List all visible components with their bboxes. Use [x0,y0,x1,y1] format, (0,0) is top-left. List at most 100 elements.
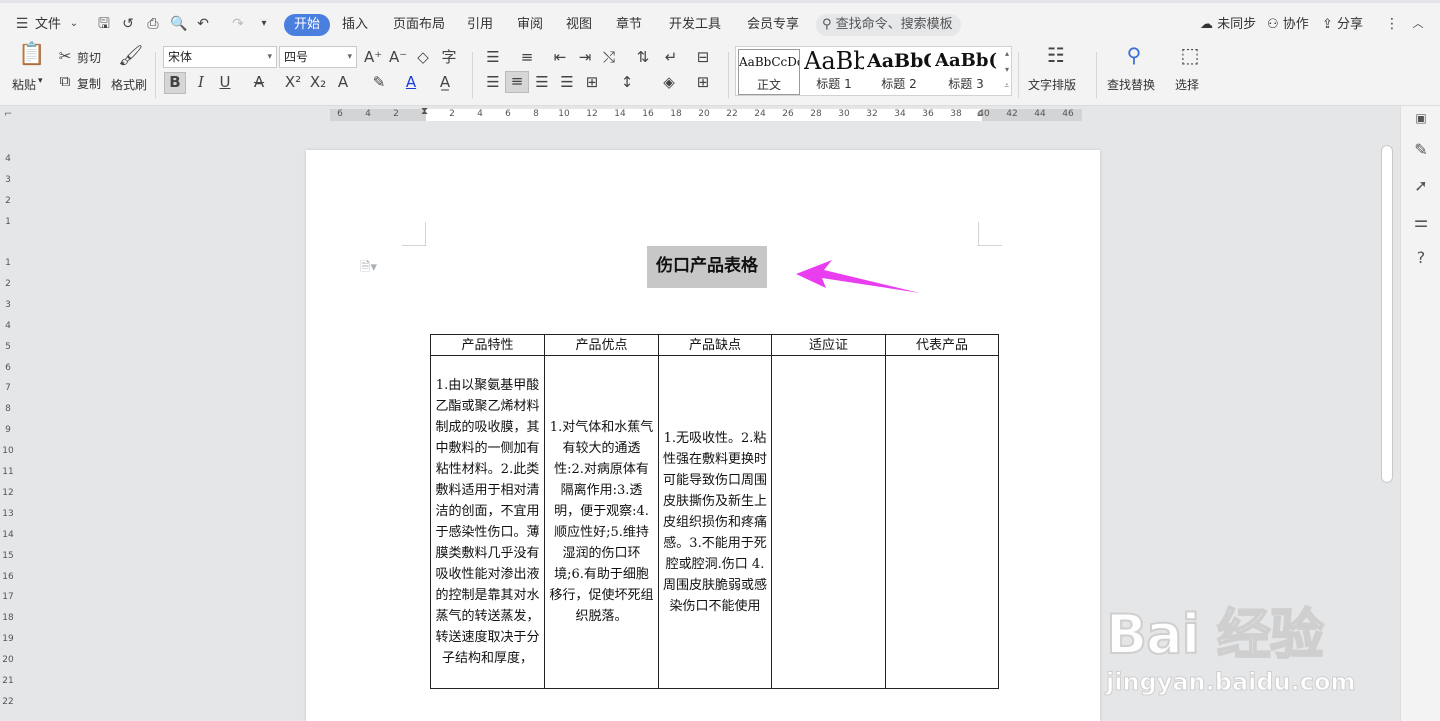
print-preview-icon[interactable]: 🔍 [170,16,187,32]
table-lines-icon[interactable]: ⊟ [694,48,712,66]
save-icon[interactable]: 🖫 [96,16,112,32]
chevron-down-icon[interactable]: ⌄ [66,16,82,32]
tab-stop-icon[interactable]: ⌐ [4,109,12,120]
collapse-ribbon-icon[interactable]: ︿ [1410,16,1426,32]
print-icon[interactable]: ⎙ [145,16,161,32]
strikethrough-icon[interactable]: A [250,73,268,91]
tab-page-layout[interactable]: 页面布局 [393,14,445,36]
table-cell[interactable] [885,355,999,689]
line-spacing-icon[interactable]: ↕ [618,73,636,91]
sort-icon[interactable]: ⇅ [634,48,652,66]
char-border-icon[interactable]: A̲ [436,73,454,91]
subscript-icon[interactable]: X₂ [309,73,327,91]
underline-icon[interactable]: U [216,73,234,91]
superscript-icon[interactable]: X² [284,73,302,91]
pen-icon[interactable]: ✎ [1411,140,1431,160]
command-search[interactable]: ⚲ 查找命令、搜索模板 [816,14,961,36]
font-color-icon[interactable]: A [402,73,420,91]
table-cell[interactable]: 1.由以聚氨基甲酸乙酯或聚乙烯材料制成的吸收膜，其中敷料的一侧加有粘性材料。2.… [430,355,545,689]
chinese-layout-icon[interactable]: ⤭ [600,48,618,66]
bullet-list-icon[interactable]: ☰ [484,48,502,66]
font-name-select[interactable]: 宋体 ▾ [163,46,277,68]
redo-icon[interactable]: ↷ [230,16,246,32]
undo-history-icon[interactable]: ↺ [120,16,136,32]
select-button[interactable]: 选择 [1175,76,1199,93]
gallery-expand-icon[interactable]: ⩡ [1004,81,1009,91]
tab-view[interactable]: 视图 [566,14,592,36]
tab-chapter[interactable]: 章节 [616,14,642,36]
horizontal-ruler[interactable]: 6 4 2 2 4 6 8 10 12 14 16 18 20 22 24 26 28 30 32 34 36 38 40 4… [0,106,1400,122]
right-indent-marker-icon[interactable]: ⌂ [977,108,983,119]
font-grow-icon[interactable]: A⁺ [364,48,382,66]
undo-icon[interactable]: ↶ [195,16,211,32]
borders-icon[interactable]: ⊞ [694,73,712,91]
product-table[interactable]: 产品特性 产品优点 产品缺点 适应证 代表产品 1.由以聚氨基甲酸乙酯或聚乙烯材… [430,334,999,689]
align-right-icon[interactable]: ☰ [533,73,551,91]
tab-review[interactable]: 审阅 [517,14,543,36]
align-center-icon[interactable]: ≡ [505,71,529,93]
table-header-cell[interactable]: 代表产品 [885,334,999,356]
style-normal[interactable]: AaBbCcDd 正文 [738,49,800,95]
hamburger-icon[interactable]: ☰ [14,16,30,32]
numbered-list-icon[interactable]: ≡ [518,48,536,66]
document-title[interactable]: 伤口产品表格 [647,246,767,288]
sliders-icon[interactable]: ⚌ [1411,212,1431,232]
font-size-select[interactable]: 四号 ▾ [279,46,357,68]
table-header-cell[interactable]: 适应证 [771,334,886,356]
phonetic-icon[interactable]: 字 [440,48,458,66]
share-button[interactable]: ⇪ 分享 [1322,14,1363,36]
tab-start[interactable]: 开始 [284,14,331,36]
copy-icon[interactable]: ⧉ [56,72,74,90]
bold-icon[interactable]: B [164,72,186,94]
table-cell[interactable]: 1.对气体和水蕉气有较大的通透性:2.对病原体有隔离作用:3.透明，便于观察:4… [544,355,659,689]
style-heading-1[interactable]: AaBb 标题 1 [804,49,864,95]
format-painter-icon[interactable]: 🖌 [118,45,143,70]
file-menu[interactable]: 文件 [35,14,61,36]
table-cell[interactable] [771,355,886,689]
distribute-icon[interactable]: ⊞ [583,73,601,91]
paragraph-layout-icon[interactable]: 🗎▾ [360,258,377,280]
document-page[interactable]: 🗎▾ 伤口产品表格 产品特性 产品优点 产品缺点 适应证 代表产品 1.由以聚氨… [306,150,1100,721]
justify-icon[interactable]: ☰ [558,73,576,91]
paste-button[interactable]: 粘贴 [12,76,36,93]
indent-marker-icon[interactable]: ⧗ [421,106,428,117]
cursor-icon[interactable]: ➚ [1411,176,1431,196]
sidebar-toggle-icon[interactable]: ▣ [1411,108,1431,128]
tab-insert[interactable]: 插入 [342,14,368,36]
shading-icon[interactable]: ◈ [660,73,678,91]
text-effect-icon[interactable]: A [334,73,352,91]
font-shrink-icon[interactable]: A⁻ [389,48,407,66]
decrease-indent-icon[interactable]: ⇤ [551,48,569,66]
scroll-down-icon[interactable]: ▾ [1005,65,1009,74]
style-heading-3[interactable]: AaBb( 标题 3 [935,49,997,95]
tab-references[interactable]: 引用 [467,14,493,36]
text-layout-icon[interactable]: ☷ [1044,45,1068,72]
more-icon[interactable]: ▾ [256,16,272,32]
paste-dropdown-icon[interactable]: ▾ [38,76,43,86]
help-icon[interactable]: ? [1411,248,1431,268]
format-painter-button[interactable]: 格式刷 [111,76,147,93]
vertical-scrollbar[interactable] [1381,145,1393,483]
cut-button[interactable]: 剪切 [77,49,101,66]
clear-format-icon[interactable]: ◇ [414,48,432,66]
paragraph-mark-icon[interactable]: ↵ [662,48,680,66]
scroll-up-icon[interactable]: ▴ [1005,49,1009,58]
table-header-cell[interactable]: 产品优点 [544,334,659,356]
align-left-icon[interactable]: ☰ [484,73,502,91]
tab-member[interactable]: 会员专享 [747,14,799,36]
vertical-ruler[interactable]: 4 3 2 1 1 2 3 4 5 6 7 8 9 10 11 12 13 14 15 16 17 18 19 20 21 22 [0,122,16,721]
copy-button[interactable]: 复制 [77,75,101,92]
collab-button[interactable]: ⚇ 协作 [1267,14,1309,36]
table-cell[interactable]: 1.无吸收性。2.粘性强在敷料更换时可能导致伤口周围皮肤撕伤及新生上皮组织损伤和… [658,355,772,689]
style-heading-2[interactable]: AaBbC 标题 2 [867,49,931,95]
table-header-cell[interactable]: 产品缺点 [658,334,772,356]
find-replace-button[interactable]: 查找替换 [1107,76,1155,93]
tab-developer[interactable]: 开发工具 [669,14,721,36]
sync-status[interactable]: ☁ 未同步 [1200,14,1256,36]
select-icon[interactable]: ⬚ [1178,45,1202,72]
italic-icon[interactable]: I [192,73,210,91]
scissors-icon[interactable]: ✂ [56,47,74,65]
table-header-cell[interactable]: 产品特性 [430,334,545,356]
search-icon[interactable]: ⚲ [1122,45,1146,72]
highlight-icon[interactable]: ✎ [370,73,388,91]
